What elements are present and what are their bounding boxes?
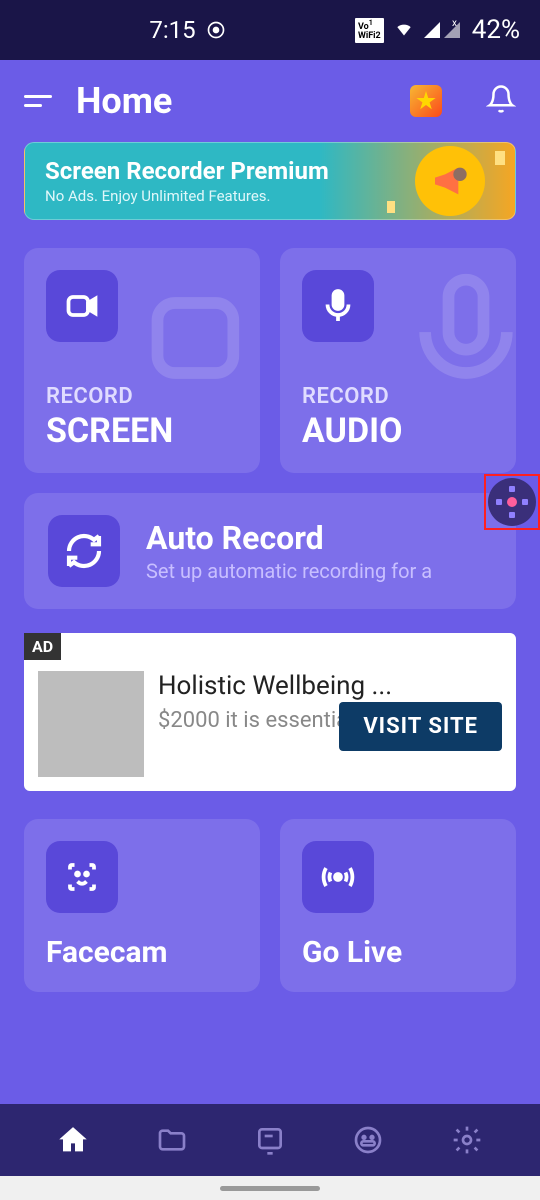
bottom-nav bbox=[0, 1104, 540, 1176]
ad-badge: AD bbox=[24, 633, 61, 660]
nav-edit[interactable] bbox=[252, 1122, 288, 1158]
facecam-card[interactable]: Facecam bbox=[24, 819, 260, 992]
nav-folder[interactable] bbox=[154, 1122, 190, 1158]
camera-icon bbox=[46, 270, 118, 342]
menu-icon[interactable] bbox=[24, 95, 52, 107]
floating-recorder-widget[interactable] bbox=[484, 474, 540, 530]
card-title: Facecam bbox=[46, 935, 238, 970]
signal-icon: x bbox=[424, 16, 464, 44]
record-audio-card[interactable]: RECORD AUDIO bbox=[280, 248, 516, 473]
page-title: Home bbox=[76, 80, 386, 122]
megaphone-icon bbox=[415, 146, 485, 216]
ad-title: Holistic Wellbeing ... bbox=[158, 671, 502, 702]
face-icon bbox=[46, 841, 118, 913]
gesture-bar bbox=[0, 1176, 540, 1200]
nav-game[interactable] bbox=[350, 1122, 386, 1158]
ad-card[interactable]: AD Holistic Wellbeing ... $2000 it is es… bbox=[24, 633, 516, 791]
premium-banner[interactable]: Screen Recorder Premium No Ads. Enjoy Un… bbox=[24, 142, 516, 220]
app-header: Home bbox=[0, 60, 540, 142]
nav-settings[interactable] bbox=[449, 1122, 485, 1158]
ad-image bbox=[38, 671, 144, 777]
wifi-icon bbox=[392, 16, 416, 44]
target-icon bbox=[206, 20, 226, 40]
card-title: SCREEN bbox=[46, 411, 238, 451]
bell-icon[interactable] bbox=[486, 84, 516, 118]
card-title: AUDIO bbox=[302, 411, 494, 451]
record-screen-card[interactable]: RECORD SCREEN bbox=[24, 248, 260, 473]
auto-record-title: Auto Record bbox=[146, 519, 432, 557]
svg-text:x: x bbox=[452, 18, 457, 29]
auto-record-subtitle: Set up automatic recording for a bbox=[146, 559, 432, 583]
sync-icon bbox=[48, 515, 120, 587]
golive-card[interactable]: Go Live bbox=[280, 819, 516, 992]
battery-text: 42% bbox=[472, 15, 520, 45]
vowifi-badge: Vo1WiFi2 bbox=[355, 18, 384, 43]
microphone-icon bbox=[302, 270, 374, 342]
nav-home[interactable] bbox=[55, 1122, 91, 1158]
card-title: Go Live bbox=[302, 935, 494, 970]
broadcast-icon bbox=[302, 841, 374, 913]
auto-record-card[interactable]: Auto Record Set up automatic recording f… bbox=[24, 493, 516, 609]
status-bar: 7:15 Vo1WiFi2 x 42% bbox=[0, 0, 540, 60]
visit-site-button[interactable]: VISIT SITE bbox=[339, 702, 502, 751]
status-time: 7:15 bbox=[149, 16, 195, 44]
crown-icon[interactable] bbox=[410, 85, 442, 117]
